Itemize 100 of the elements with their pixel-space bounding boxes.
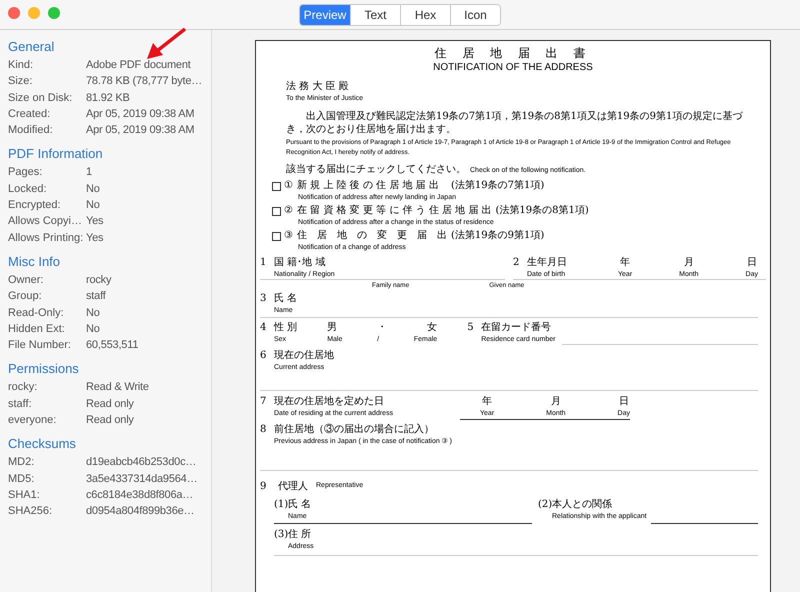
section-title: PDF Information [8, 145, 103, 164]
info-label: staff: [8, 396, 33, 412]
info-value: Read only [86, 413, 134, 428]
close-button[interactable] [8, 7, 20, 19]
section-title: Misc Info [8, 252, 60, 271]
checkbox[interactable] [272, 182, 281, 191]
sex-choice: 女 [427, 321, 438, 335]
view-tab[interactable]: Icon [450, 4, 500, 24]
section-title: Checksums [8, 435, 76, 454]
field-number: 4 [260, 321, 268, 335]
date-part-label: 年 [482, 395, 492, 409]
intro-text: 出入国管理及び難民認定法第19条の7第1項，第19条の8第1項又は第19条の9第1項の規定に基づき，次のとおり住居地を届け出ます。 [286, 110, 744, 136]
info-value: d0954a804f899b36e… [86, 504, 194, 520]
field-label: 氏 名 [274, 292, 298, 306]
info-value: No [86, 306, 100, 321]
info-label: MD2: [8, 455, 36, 470]
field-number: 5 [467, 321, 475, 335]
info-value: Yes [86, 214, 104, 230]
option-label: 住 居 地 の 変 更 届 出 [297, 229, 447, 243]
field-label: 代理人 [278, 480, 308, 494]
option-number: ② [284, 204, 293, 218]
field-number: 7 [260, 395, 268, 409]
option-number: ③ [284, 229, 293, 243]
field-number: 2 [513, 256, 520, 270]
option-label: 新 規 上 陸 後 の 住 居 地 届 出 [297, 179, 440, 193]
instruction-text: 該当する届出にチェックしてください。 [286, 162, 466, 177]
view-tab[interactable]: Text [350, 4, 400, 24]
field-label: 前住居地（③の届出の場合に記入） [274, 423, 435, 437]
info-value: Apr 05, 2019 09:38 AM [86, 123, 194, 138]
field-number: 1 [260, 256, 268, 270]
info-value: 78.78 KB (78,777 byte… [86, 74, 202, 90]
info-value: Adobe PDF document [86, 58, 191, 73]
checkbox[interactable] [272, 207, 281, 216]
info-label: everyone: [8, 413, 58, 428]
info-label: Modified: [8, 123, 54, 138]
info-label: SHA1: [8, 488, 41, 503]
info-label: Hidden Ext: [8, 322, 66, 337]
info-label: Size on Disk: [8, 90, 74, 106]
field-number: 6 [260, 349, 268, 363]
section-title: Permissions [8, 360, 79, 378]
info-label: Pages: [8, 165, 44, 180]
field-label: 氏 名 [288, 498, 312, 512]
sex-choice: ・ [377, 321, 388, 335]
date-part-label: 年 [620, 256, 630, 270]
checkbox[interactable] [272, 232, 281, 241]
field-label: 生年月日 [527, 256, 567, 270]
annotation-arrow [145, 27, 187, 61]
info-value: 81.92 KB [86, 90, 130, 106]
option-label: 在 留 資 格 変 更 等 に 伴 う 住 居 地 届 出 [297, 204, 492, 218]
addressee: 法 務 大 臣 殿 [286, 80, 350, 94]
sex-choice: 男 [327, 321, 338, 335]
info-label: SHA256: [8, 504, 54, 520]
info-label: Group: [8, 289, 43, 304]
info-value: 3a5e4337314da9564… [86, 472, 198, 487]
option-law-reference: (法第19条の8第1項) [496, 204, 589, 218]
info-value: Yes [86, 230, 104, 246]
field-number: 3 [260, 292, 268, 306]
info-value: staff [86, 289, 106, 304]
date-part-label: 月 [550, 395, 561, 409]
document-title: 住 居 地 届 出 書 [434, 45, 592, 61]
info-value: Read only [86, 396, 134, 412]
field-label: 現在の住居地を定めた日 [274, 395, 385, 409]
info-value: Apr 05, 2019 09:38 AM [86, 106, 194, 122]
date-part-label: 月 [684, 256, 694, 270]
info-label: Read-Only: [8, 306, 65, 321]
info-label: Allows Printing: [8, 230, 84, 246]
field-label: 住 所 [288, 528, 312, 542]
field-label: 本人との関係 [552, 498, 613, 512]
date-part-label: 日 [746, 256, 757, 270]
info-label: rocky: [8, 380, 38, 396]
info-value: rocky [86, 272, 112, 288]
info-value: c6c8184e38d8f806a… [86, 488, 194, 503]
info-value: No [86, 198, 100, 214]
option-law-reference: (法第19条の7第1項) [451, 179, 544, 193]
field-number: 8 [260, 423, 268, 437]
info-value: No [86, 182, 100, 197]
section-title: General [8, 38, 54, 56]
info-label: Locked: [8, 182, 48, 197]
option-number: ① [284, 179, 293, 193]
info-label: Size: [8, 74, 34, 90]
date-part-label: 日 [618, 395, 629, 409]
field-label: 現在の住居地 [274, 349, 334, 363]
info-label: Created: [8, 106, 52, 122]
view-tab[interactable]: Preview [300, 4, 350, 24]
option-law-reference: (法第19条の9第1項) [451, 229, 544, 243]
info-label: Allows Copyi… [8, 214, 83, 230]
info-label: MD5: [8, 472, 36, 487]
view-tab[interactable]: Hex [400, 4, 450, 24]
info-label: Kind: [8, 58, 34, 73]
field-number: 9 [260, 480, 268, 494]
field-label: 在留カード番号 [481, 321, 552, 335]
info-value: No [86, 322, 100, 337]
info-label: File Number: [8, 338, 72, 354]
field-label: 国 籍･地 域 [274, 256, 326, 270]
info-value: Read & Write [86, 380, 149, 396]
info-label: Owner: [8, 272, 44, 288]
document-title-english: NOTIFICATION OF THE ADDRESS [433, 61, 593, 74]
field-label: 性 別 [274, 321, 298, 335]
info-value: 1 [86, 165, 92, 180]
info-value: 60,553,511 [86, 338, 138, 354]
